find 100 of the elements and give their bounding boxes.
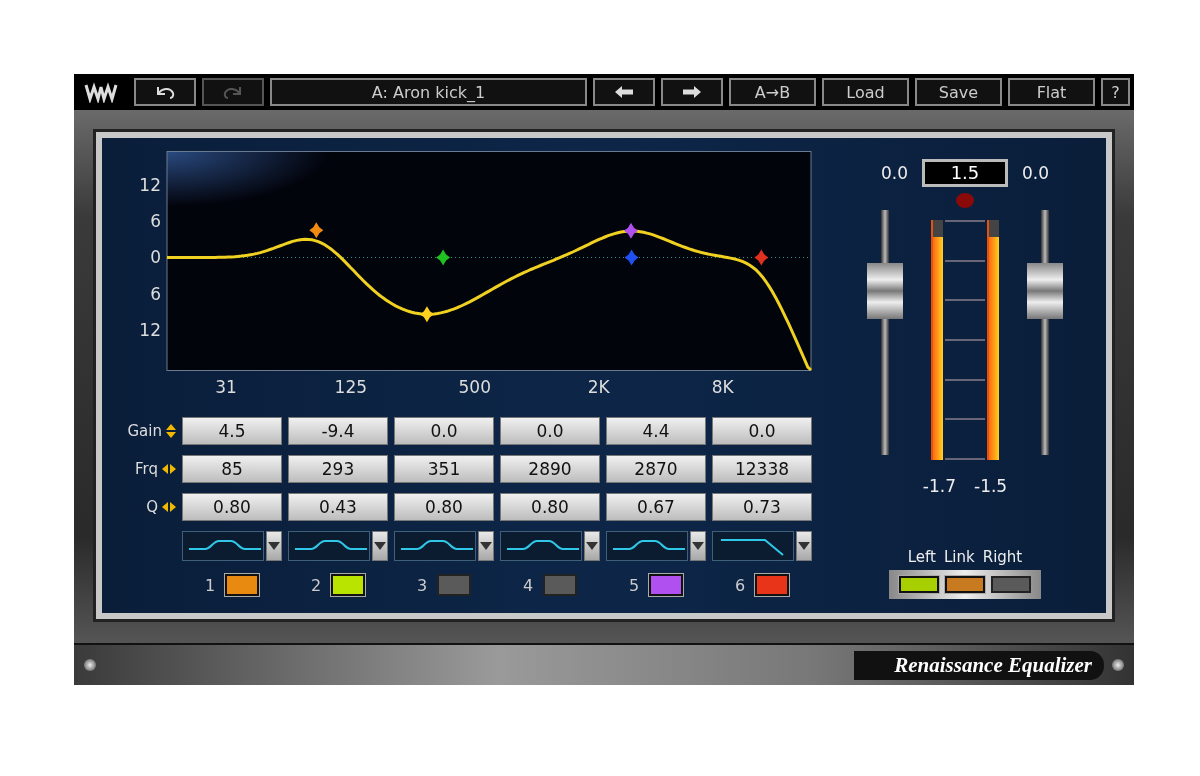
band-marker[interactable] (754, 249, 769, 266)
frq-value-field[interactable]: 2870 (606, 455, 706, 483)
gain-value-field[interactable]: 4.4 (606, 417, 706, 445)
band-number: 5 (628, 575, 640, 595)
gain-value-field[interactable]: -9.4 (288, 417, 388, 445)
trim-value-field[interactable]: 1.5 (922, 159, 1008, 187)
caret-down-icon (798, 542, 810, 550)
band-marker[interactable] (419, 306, 434, 323)
frq-value-field[interactable]: 293 (288, 455, 388, 483)
q-value-field[interactable]: 0.73 (712, 493, 812, 521)
toolbar-button[interactable]: Load (822, 78, 909, 106)
caret-down-icon (692, 542, 704, 550)
dropdown-button[interactable] (478, 531, 494, 561)
link-label: Right (982, 548, 1023, 566)
preset-name-button[interactable]: A: Aron kick_1 (270, 78, 587, 106)
screw-icon (84, 659, 96, 671)
band-toggle[interactable] (755, 574, 790, 596)
filter-type-field[interactable] (606, 531, 688, 561)
band-number: 6 (734, 575, 746, 595)
gain-value-field[interactable]: 0.0 (500, 417, 600, 445)
band-marker[interactable] (624, 249, 639, 266)
gain-value-field[interactable]: 0.0 (394, 417, 494, 445)
dropdown-button[interactable] (796, 531, 812, 561)
q-value-field[interactable]: 0.80 (394, 493, 494, 521)
link-toggle[interactable] (899, 576, 939, 593)
wave-logo-icon (84, 81, 118, 103)
filter-type-field[interactable] (500, 531, 582, 561)
undo-arrow-icon (154, 84, 176, 100)
gain-readout: 0.0 (880, 163, 908, 183)
link-toggle[interactable] (945, 576, 985, 593)
q-value-field[interactable]: 0.67 (606, 493, 706, 521)
axis-tick-label: 31 (215, 377, 237, 397)
band-toggle[interactable] (225, 574, 260, 596)
parameter-label: Gain (127, 422, 162, 440)
toolbar-button[interactable]: Save (915, 78, 1002, 106)
up-down-arrows-icon (166, 424, 176, 438)
help-button[interactable]: ? (1101, 78, 1130, 106)
band-toggle[interactable] (543, 574, 578, 596)
band-toggle[interactable] (649, 574, 684, 596)
filter-type-field[interactable] (394, 531, 476, 561)
axis-tick-label: 500 (458, 377, 491, 397)
parameter-label: Frq (135, 460, 158, 478)
axis-tick-label: 12 (139, 174, 161, 195)
plugin-title: Renaissance Equalizer (854, 650, 1104, 680)
band-toggle[interactable] (331, 574, 366, 596)
axis-tick-label: 6 (150, 211, 161, 232)
band-marker[interactable] (623, 222, 638, 239)
filter-type-field[interactable] (712, 531, 794, 561)
axis-tick-label: 8K (711, 377, 734, 397)
band-number: 4 (522, 575, 534, 595)
screw-icon (1112, 659, 1124, 671)
previous-preset-button[interactable] (593, 78, 655, 106)
dropdown-button[interactable] (690, 531, 706, 561)
link-label: Left (907, 548, 936, 566)
left-arrow-icon (614, 85, 634, 99)
q-value-field[interactable]: 0.80 (182, 493, 282, 521)
band-number: 2 (310, 575, 322, 595)
filter-type-field[interactable] (182, 531, 264, 561)
caret-down-icon (374, 542, 386, 550)
filter-type-field[interactable] (288, 531, 370, 561)
next-preset-button[interactable] (661, 78, 723, 106)
axis-tick-label: 6 (150, 283, 161, 304)
q-value-field[interactable]: 0.43 (288, 493, 388, 521)
link-toggle[interactable] (991, 576, 1031, 593)
axis-tick-label: 0 (150, 247, 161, 268)
q-value-field[interactable]: 0.80 (500, 493, 600, 521)
left-right-arrows-icon (162, 502, 176, 512)
frq-value-field[interactable]: 351 (394, 455, 494, 483)
fader-handle[interactable] (867, 262, 903, 319)
redo-arrow-icon (222, 84, 244, 100)
meter-reading: -1.7 (922, 476, 956, 496)
band-number: 1 (204, 575, 216, 595)
caret-down-icon (586, 542, 598, 550)
frq-value-field[interactable]: 12338 (712, 455, 812, 483)
toolbar-button[interactable]: Flat (1008, 78, 1095, 106)
fader-handle[interactable] (1027, 262, 1063, 319)
band-marker[interactable] (436, 249, 451, 266)
left-right-arrows-icon (162, 464, 176, 474)
meter-reading: -1.5 (974, 476, 1008, 496)
toolbar-button[interactable]: A→B (729, 78, 816, 106)
gain-readout: 0.0 (1022, 163, 1050, 183)
gain-value-field[interactable]: 0.0 (712, 417, 812, 445)
axis-tick-label: 125 (334, 377, 367, 397)
band-number: 3 (416, 575, 428, 595)
caret-down-icon (268, 542, 280, 550)
axis-tick-label: 12 (139, 320, 161, 341)
graph-area[interactable] (166, 151, 812, 371)
parameter-label: Q (146, 498, 158, 516)
band-marker[interactable] (309, 222, 324, 239)
dropdown-button[interactable] (584, 531, 600, 561)
undo-button[interactable] (134, 78, 196, 106)
dropdown-button[interactable] (266, 531, 282, 561)
caret-down-icon (480, 542, 492, 550)
band-toggle[interactable] (437, 574, 472, 596)
right-arrow-icon (682, 85, 702, 99)
frq-value-field[interactable]: 2890 (500, 455, 600, 483)
axis-tick-label: 2K (587, 377, 610, 397)
gain-value-field[interactable]: 4.5 (182, 417, 282, 445)
dropdown-button[interactable] (372, 531, 388, 561)
frq-value-field[interactable]: 85 (182, 455, 282, 483)
